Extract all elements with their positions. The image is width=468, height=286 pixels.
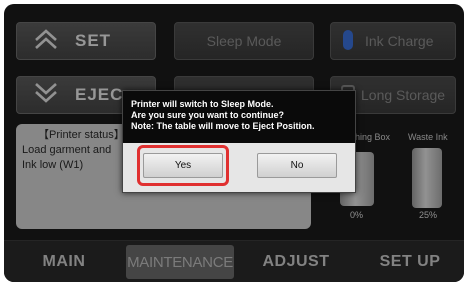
dialog-line-2: Are you sure you want to continue? <box>131 110 285 120</box>
dialog-line-1: Printer will switch to Sleep Mode. <box>131 99 274 109</box>
no-label: No <box>290 160 304 171</box>
dialog-message: Printer will switch to Sleep Mode. Are y… <box>131 99 315 132</box>
yes-label: Yes <box>174 160 192 171</box>
sleep-mode-confirm-dialog: Printer will switch to Sleep Mode. Are y… <box>122 90 356 193</box>
yes-button[interactable]: Yes <box>143 153 223 178</box>
no-button[interactable]: No <box>257 153 337 178</box>
touch-screen: SET EJEC Sleep Mode Ink Charge Long Stor… <box>4 4 464 282</box>
dialog-button-row: Yes No <box>123 143 355 192</box>
dialog-line-3: Note: The table will move to Eject Posit… <box>131 121 315 131</box>
